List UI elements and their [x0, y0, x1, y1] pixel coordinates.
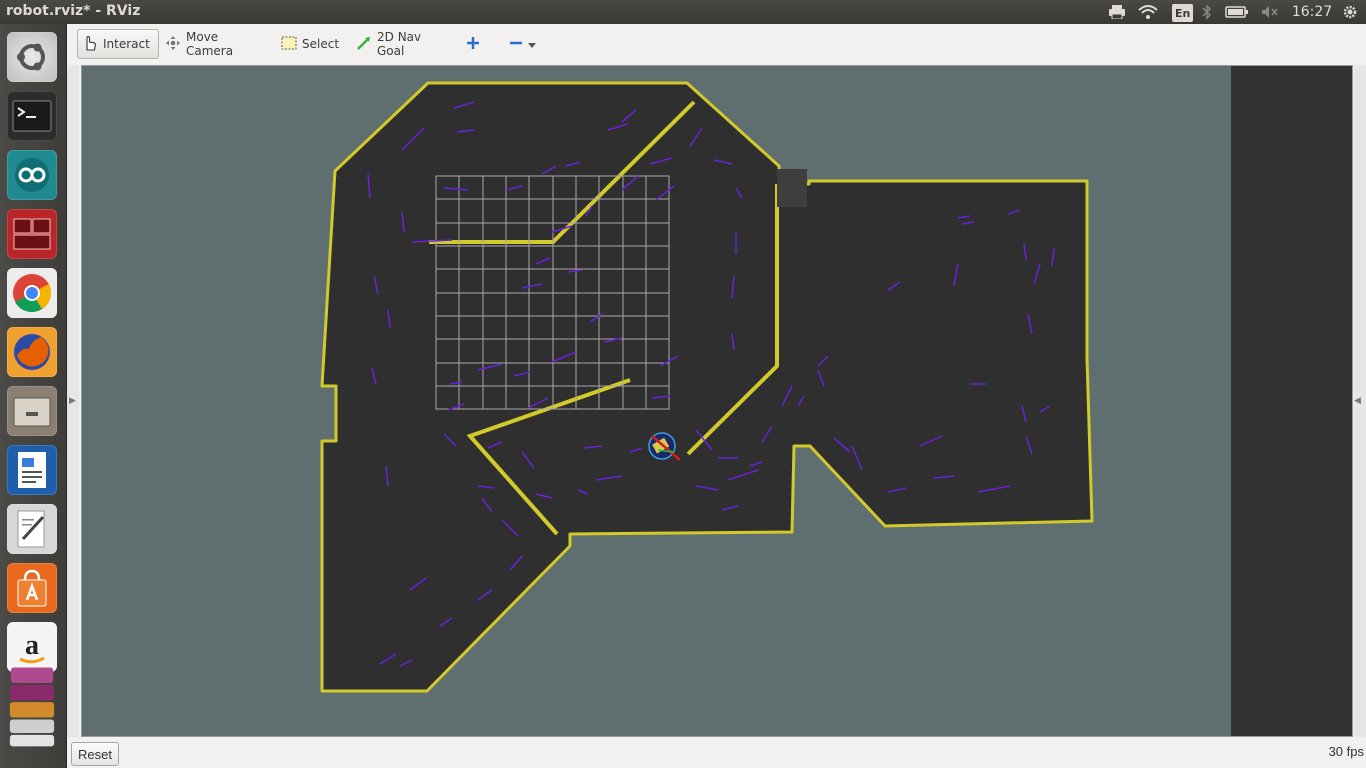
- rviz-window: Interact Move Camera Select 2D Nav Goal: [67, 24, 1366, 768]
- plus-icon: [466, 36, 480, 53]
- interact-label: Interact: [103, 37, 150, 51]
- launcher: a: [0, 24, 67, 768]
- left-panel-expand-icon[interactable]: ▶: [69, 396, 76, 406]
- text-editor-icon[interactable]: [7, 504, 57, 554]
- language-indicator[interactable]: En: [1172, 4, 1194, 22]
- clock[interactable]: 16:27: [1290, 2, 1334, 22]
- map-canvas[interactable]: [82, 66, 1353, 737]
- nav-goal-label: 2D Nav Goal: [377, 30, 422, 58]
- minus-icon: [509, 36, 523, 53]
- window-title: robot.rviz* - RViz: [6, 3, 141, 19]
- bluetooth-icon[interactable]: [1200, 2, 1214, 22]
- fps-counter: 30 fps: [1328, 744, 1364, 759]
- chevron-down-icon: [528, 37, 536, 51]
- ubuntu-dash-icon[interactable]: [7, 32, 57, 82]
- firefox-icon[interactable]: [7, 327, 57, 377]
- render-view[interactable]: [81, 65, 1353, 737]
- move-camera-tool-button[interactable]: Move Camera: [161, 29, 265, 59]
- terminator-icon[interactable]: [7, 209, 57, 259]
- arduino-icon[interactable]: [7, 150, 57, 200]
- reset-button[interactable]: Reset: [71, 742, 119, 766]
- stacked-apps-icon[interactable]: [7, 664, 57, 749]
- select-label: Select: [302, 37, 340, 51]
- software-center-icon[interactable]: [7, 563, 57, 613]
- remove-tool-dropdown[interactable]: [505, 29, 537, 59]
- move-camera-label: Move Camera: [186, 30, 234, 58]
- select-box-icon: [281, 36, 297, 53]
- map-free-space: [320, 81, 1094, 693]
- wifi-icon[interactable]: [1137, 2, 1159, 22]
- volume-muted-icon[interactable]: [1259, 2, 1281, 22]
- battery-icon[interactable]: [1224, 2, 1250, 22]
- printer-icon[interactable]: [1108, 2, 1126, 22]
- toolbar: Interact Move Camera Select 2D Nav Goal: [67, 24, 1366, 64]
- add-tool-button[interactable]: [462, 29, 484, 59]
- occupancy-map: [320, 81, 1094, 693]
- files-icon[interactable]: [7, 386, 57, 436]
- right-panel-expand-icon[interactable]: ◀: [1354, 396, 1361, 406]
- move-camera-icon: [165, 35, 181, 54]
- top-panel: robot.rviz* - RViz En 16:27: [0, 0, 1366, 24]
- select-tool-button[interactable]: Select: [277, 29, 343, 59]
- chrome-icon[interactable]: [7, 268, 57, 318]
- nav-goal-tool-button[interactable]: 2D Nav Goal: [352, 29, 448, 59]
- map-noise-patch: [777, 169, 807, 207]
- svg-text:a: a: [25, 630, 39, 661]
- settings-gear-icon[interactable]: [1340, 2, 1360, 22]
- hand-pointer-icon: [82, 35, 98, 54]
- terminal-icon[interactable]: [7, 91, 57, 141]
- writer-icon[interactable]: [7, 445, 57, 495]
- green-arrow-icon: [356, 35, 372, 54]
- interact-tool-button[interactable]: Interact: [77, 29, 159, 59]
